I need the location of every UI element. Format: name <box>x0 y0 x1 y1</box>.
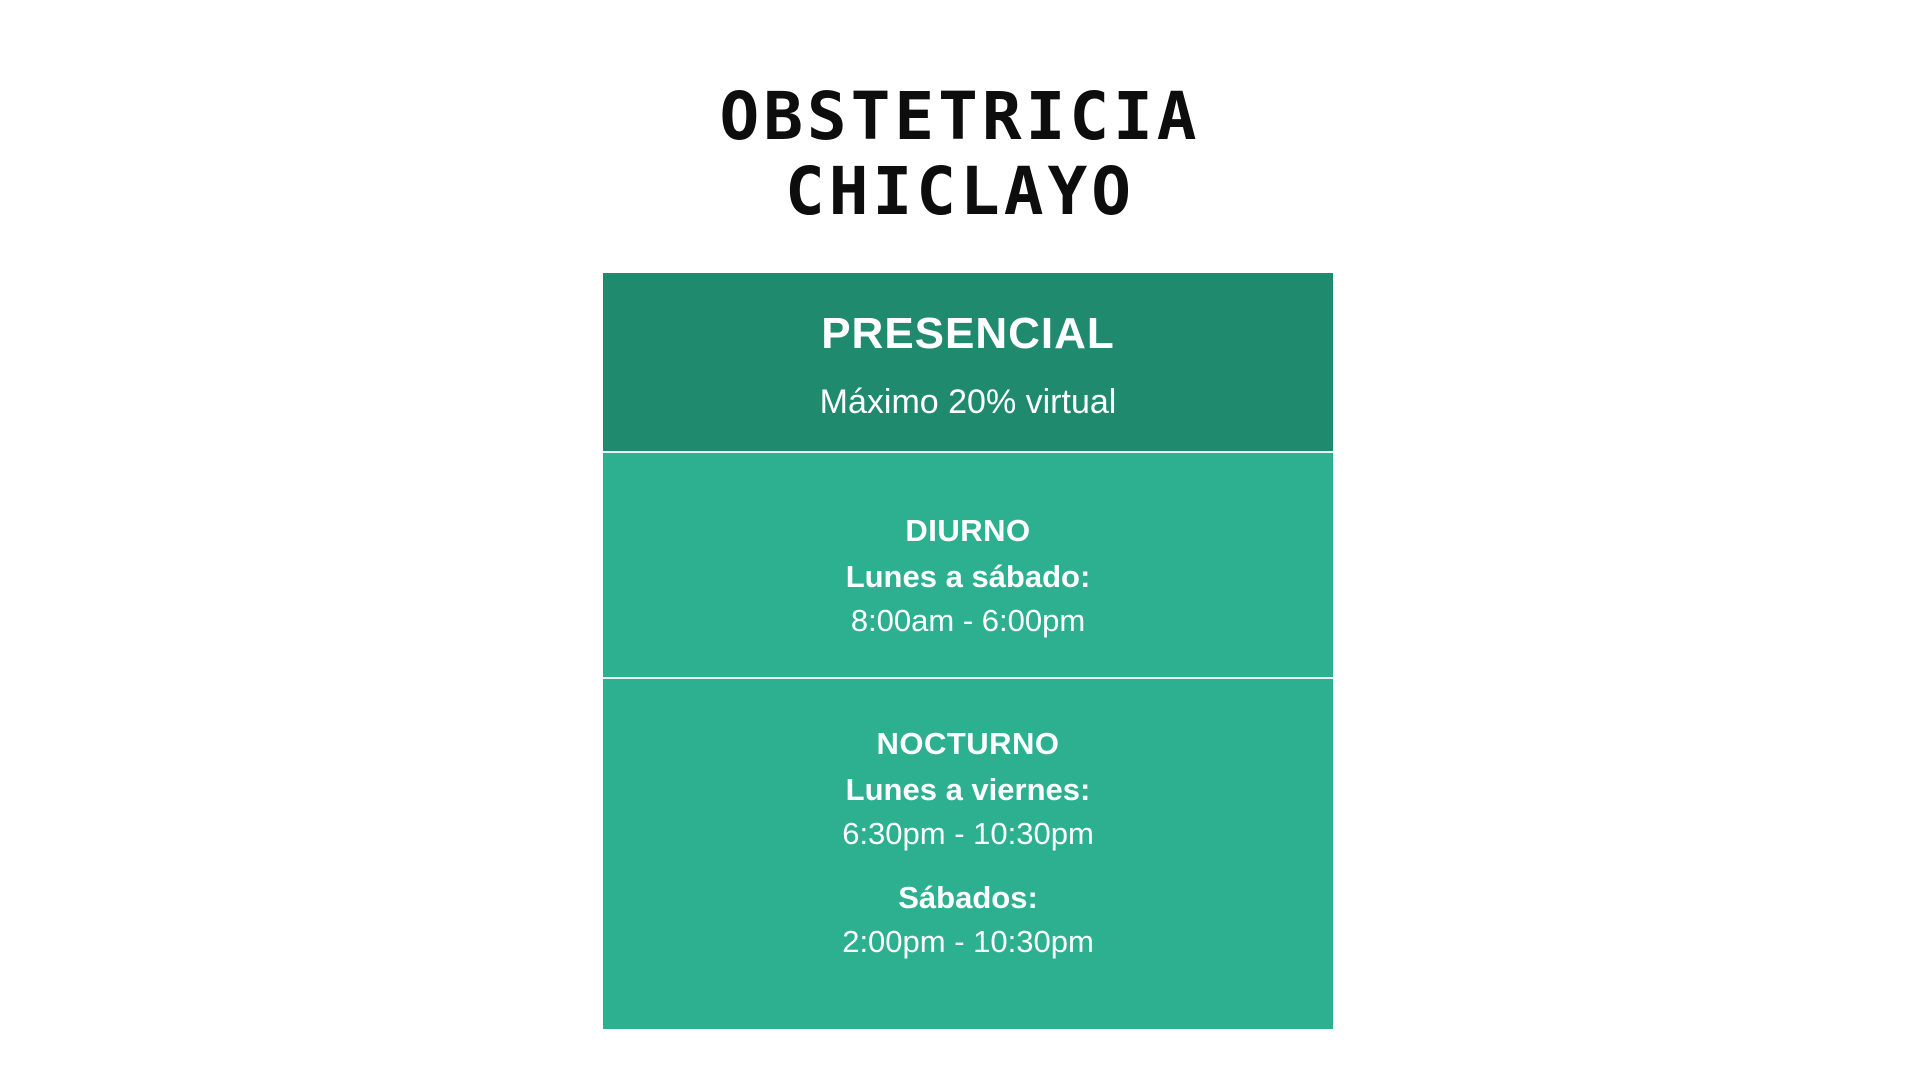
card-header: PRESENCIAL Máximo 20% virtual <box>603 273 1333 451</box>
modality-subtitle: Máximo 20% virtual <box>819 383 1117 421</box>
diurno-time: 8:00am - 6:00pm <box>850 603 1086 638</box>
page-title-line-1: OBSTETRICIA <box>719 78 1201 155</box>
divider <box>603 451 1333 453</box>
nocturno-section: NOCTURNO Lunes a viernes: 6:30pm - 10:30… <box>603 722 1333 964</box>
diurno-days: Lunes a sábado: <box>845 559 1091 594</box>
nocturno-title: NOCTURNO <box>876 726 1060 761</box>
divider <box>603 677 1333 679</box>
schedule-card: PRESENCIAL Máximo 20% virtual DIURNO Lun… <box>603 273 1333 1029</box>
modality-title: PRESENCIAL <box>821 309 1115 358</box>
nocturno-saturday: Sábados: <box>898 880 1038 915</box>
diurno-title: DIURNO <box>905 513 1031 548</box>
nocturno-weekdays: Lunes a viernes: <box>845 772 1091 807</box>
page-title-line-2: CHICLAYO <box>785 153 1135 230</box>
diurno-section: DIURNO Lunes a sábado: 8:00am - 6:00pm <box>603 509 1333 643</box>
nocturno-weekdays-time: 6:30pm - 10:30pm <box>842 816 1094 851</box>
page: OBSTETRICIA CHICLAYO PRESENCIAL Máximo 2… <box>0 0 1920 1080</box>
nocturno-saturday-time: 2:00pm - 10:30pm <box>842 924 1094 959</box>
